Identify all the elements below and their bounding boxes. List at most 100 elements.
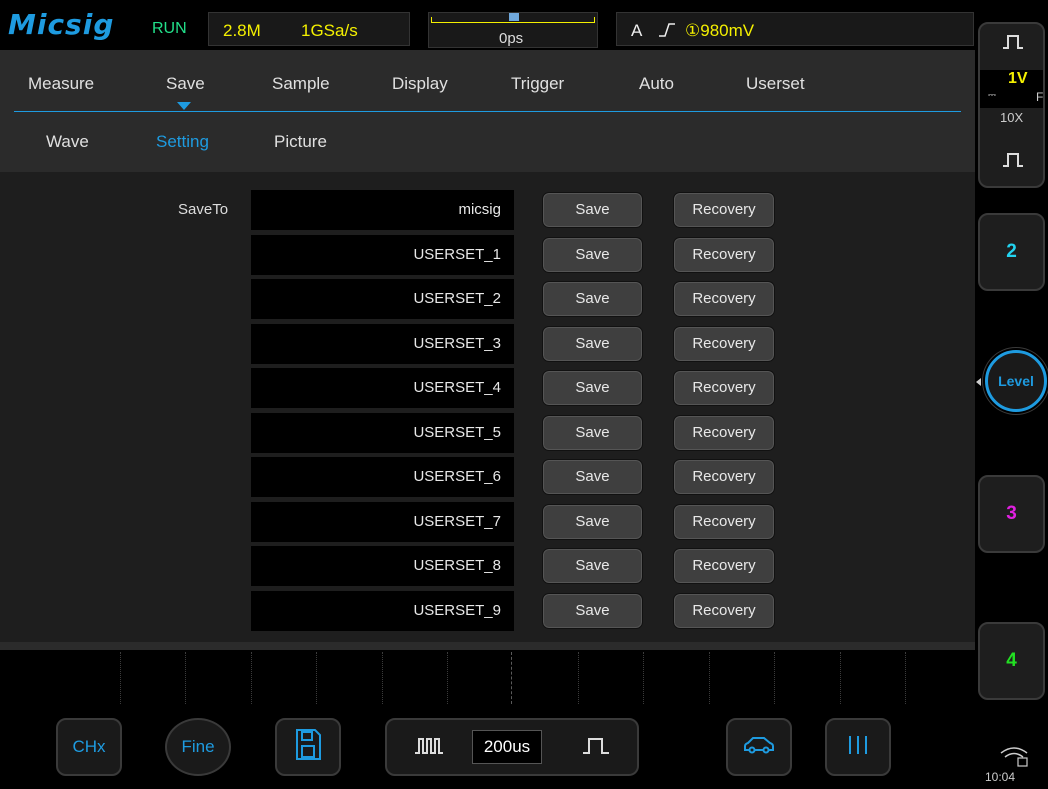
grid-line (316, 652, 317, 704)
grid-line (709, 652, 710, 704)
save-slot-name-field[interactable]: micsig (251, 190, 514, 230)
menu-tab-trigger[interactable]: Trigger (511, 74, 564, 94)
trigger-delay: 0ps (499, 30, 524, 47)
menu-tab-display[interactable]: Display (392, 74, 448, 94)
recovery-button[interactable]: Recovery (673, 548, 775, 584)
timebase-decrease-icon (414, 735, 444, 760)
save-button[interactable]: Save (542, 237, 643, 273)
save-button[interactable]: Save (542, 370, 643, 406)
save-slot-name-field[interactable]: USERSET_3 (251, 324, 514, 364)
recovery-button[interactable]: Recovery (673, 326, 775, 362)
timebase-decrease-button[interactable] (387, 720, 471, 774)
pulse-icon (1002, 152, 1024, 173)
save-slot-name-field[interactable]: USERSET_6 (251, 457, 514, 497)
cursor-button[interactable] (825, 718, 891, 776)
save-slot-row: USERSET_7 Save Recovery (251, 502, 781, 542)
level-arrow-icon (976, 378, 981, 386)
save-slot-name-field[interactable]: USERSET_9 (251, 591, 514, 631)
save-button[interactable]: Save (542, 281, 643, 317)
fine-button[interactable]: Fine (165, 718, 231, 776)
sub-menu: Wave Setting Picture (0, 112, 975, 172)
grid-line (251, 652, 252, 704)
save-slot-row: USERSET_2 Save Recovery (251, 279, 781, 319)
recovery-button[interactable]: Recovery (673, 281, 775, 317)
level-button[interactable]: Level (985, 350, 1047, 412)
sample-rate: 1GSa/s (301, 21, 358, 40)
recovery-button[interactable]: Recovery (673, 370, 775, 406)
channel-1-filter: F (1036, 90, 1044, 104)
trigger-position-indicator[interactable]: 0ps (428, 12, 598, 48)
trigger-level: ①980mV (685, 21, 755, 40)
grid-line (578, 652, 579, 704)
recovery-button[interactable]: Recovery (673, 415, 775, 451)
recovery-button[interactable]: Recovery (673, 593, 775, 629)
channel-1-scale: 1V ⎓ F (980, 70, 1043, 108)
menu-tab-auto[interactable]: Auto (639, 74, 674, 94)
dc-coupling-icon: ⎓ (988, 90, 996, 101)
save-slot-name-field[interactable]: USERSET_2 (251, 279, 514, 319)
save-button[interactable]: Save (542, 504, 643, 540)
save-slot-name-field[interactable]: USERSET_4 (251, 368, 514, 408)
acquisition-info[interactable]: 2.8M 1GSa/s (208, 12, 410, 46)
save-slot-name-field[interactable]: USERSET_1 (251, 235, 514, 275)
trigger-position-marker-icon (509, 13, 519, 21)
car-mode-button[interactable] (726, 718, 792, 776)
main-menu: Measure Save Sample Display Trigger Auto… (0, 50, 975, 112)
save-slot-name-field[interactable]: USERSET_8 (251, 546, 514, 586)
save-button[interactable]: Save (542, 459, 643, 495)
save-slot-name-field[interactable]: USERSET_5 (251, 413, 514, 453)
save-slot-name-field[interactable]: USERSET_7 (251, 502, 514, 542)
menu-tab-measure[interactable]: Measure (28, 74, 94, 94)
grid-center-line (511, 652, 512, 704)
timebase-value[interactable]: 200us (472, 730, 542, 764)
save-button[interactable]: Save (542, 593, 643, 629)
channel-4-button[interactable]: 4 (978, 622, 1045, 700)
recovery-button[interactable]: Recovery (673, 459, 775, 495)
system-clock: 10:04 (985, 770, 1016, 784)
save-button[interactable]: Save (542, 326, 643, 362)
save-disk-button[interactable] (275, 718, 341, 776)
recovery-button[interactable]: Recovery (673, 504, 775, 540)
save-slot-row: USERSET_5 Save Recovery (251, 413, 781, 453)
save-button[interactable]: Save (542, 415, 643, 451)
waveform-display[interactable] (56, 652, 973, 704)
timebase-increase-button[interactable] (555, 720, 637, 774)
menu-tab-sample[interactable]: Sample (272, 74, 330, 94)
recovery-button[interactable]: Recovery (673, 237, 775, 273)
memory-depth: 2.8M (223, 21, 261, 40)
menu-tab-userset[interactable]: Userset (746, 74, 805, 94)
subtab-picture[interactable]: Picture (274, 132, 327, 152)
cursor-icon (847, 734, 869, 761)
grid-line (905, 652, 906, 704)
save-button[interactable]: Save (542, 548, 643, 584)
channel-2-button[interactable]: 2 (978, 213, 1045, 291)
grid-line (840, 652, 841, 704)
timebase-control: 200us (385, 718, 639, 776)
save-slot-row: USERSET_6 Save Recovery (251, 457, 781, 497)
save-button[interactable]: Save (542, 192, 643, 228)
pulse-icon (1002, 34, 1024, 55)
active-tab-caret-icon (177, 102, 191, 110)
bottom-toolbar: CHx Fine 200us (0, 704, 975, 789)
recovery-button[interactable]: Recovery (673, 192, 775, 228)
subtab-wave[interactable]: Wave (46, 132, 89, 152)
save-slot-row: USERSET_4 Save Recovery (251, 368, 781, 408)
menu-tab-save[interactable]: Save (166, 74, 205, 94)
grid-line (447, 652, 448, 704)
channel-1-probe: 10X (1000, 110, 1024, 125)
save-slot-row: USERSET_8 Save Recovery (251, 546, 781, 586)
timebase-increase-icon (582, 735, 610, 760)
channel-1-volts-div: 1V (1008, 70, 1028, 87)
grid-line (185, 652, 186, 704)
chx-button[interactable]: CHx (56, 718, 122, 776)
save-slot-row: USERSET_3 Save Recovery (251, 324, 781, 364)
run-stop-status[interactable]: RUN (152, 20, 187, 38)
trigger-info[interactable]: A ①980mV (616, 12, 974, 46)
save-slot-row: USERSET_9 Save Recovery (251, 591, 781, 631)
subtab-setting[interactable]: Setting (156, 132, 209, 152)
rising-edge-icon (657, 20, 677, 45)
channel-3-button[interactable]: 3 (978, 475, 1045, 553)
channel-1-panel[interactable]: 1V ⎓ F 10X (978, 22, 1045, 188)
save-slot-row: micsig Save Recovery (251, 190, 781, 230)
save-setting-content: SaveTo micsig Save Recovery USERSET_1 Sa… (0, 172, 975, 642)
